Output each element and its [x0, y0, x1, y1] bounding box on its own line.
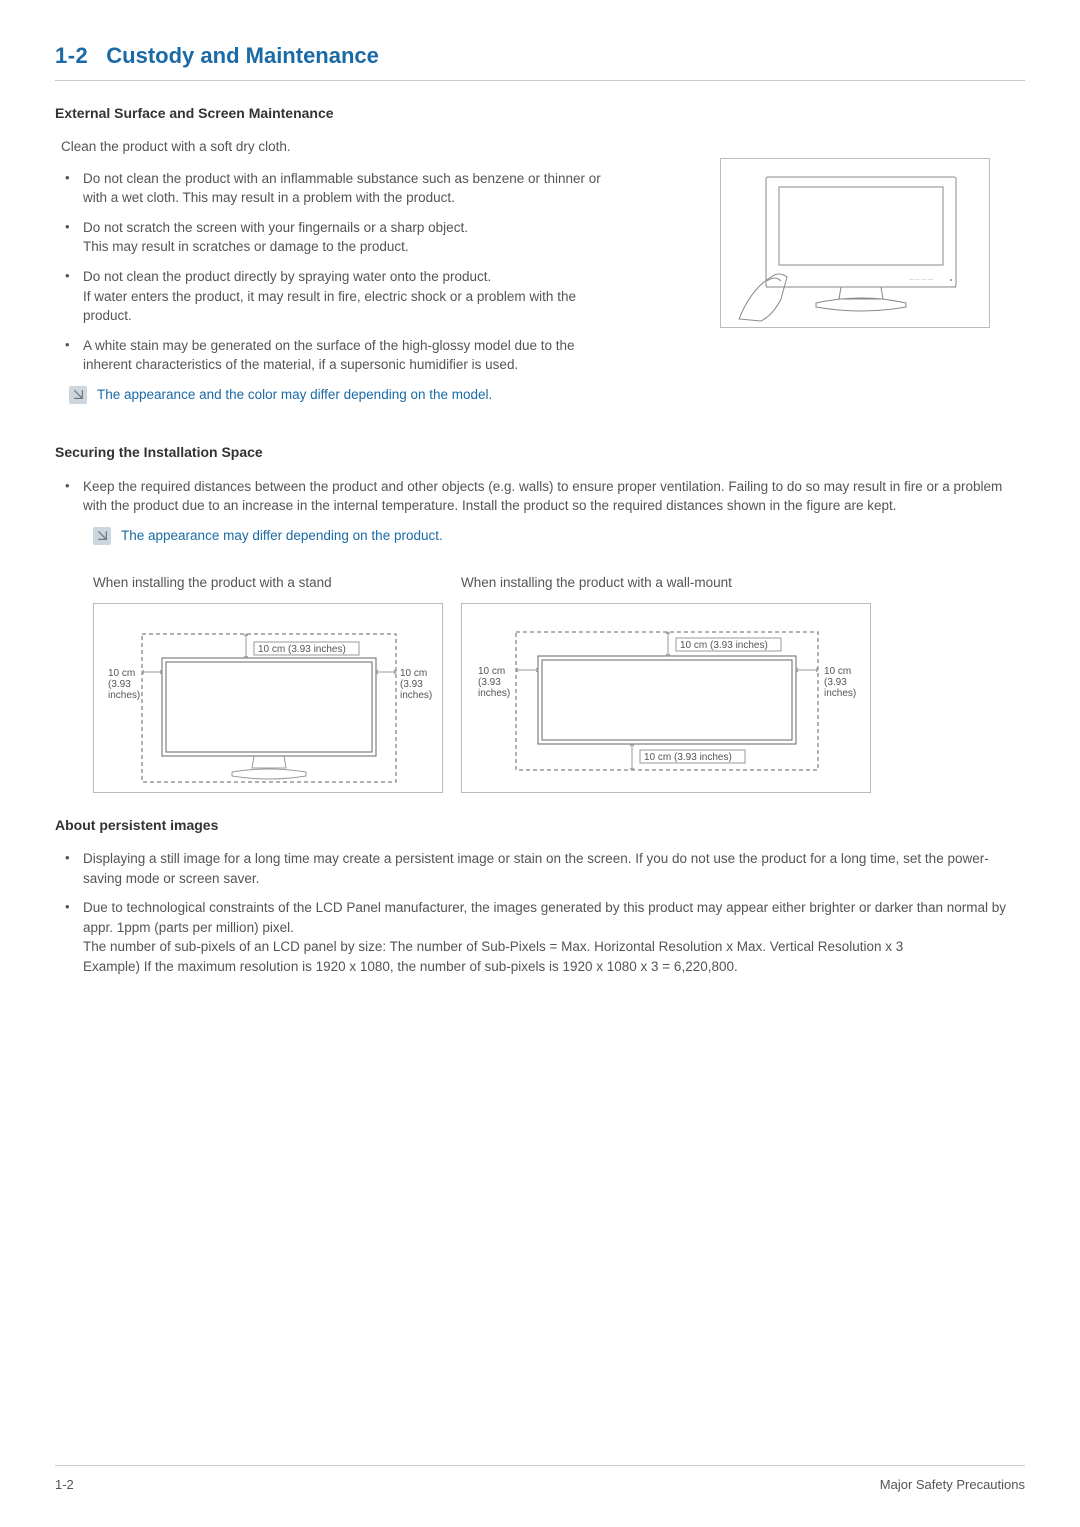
note-text: The appearance and the color may differ …	[97, 387, 492, 402]
svg-text:(3.93: (3.93	[400, 679, 423, 690]
monitor-cleaning-illustration: — — — —	[720, 158, 990, 328]
dim-label-right: 10 cm	[400, 668, 427, 679]
dim-label-left: 10 cm	[108, 668, 135, 679]
ext-bullet-list: Do not clean the product with an inflamm…	[55, 169, 625, 375]
svg-text:(3.93: (3.93	[108, 679, 131, 690]
persist-heading: About persistent images	[55, 815, 1025, 835]
bullet-text: Do not clean the product with an inflamm…	[83, 171, 601, 206]
svg-text:inches): inches)	[824, 688, 856, 699]
list-item: Do not clean the product directly by spr…	[61, 267, 625, 326]
bullet-text: Do not clean the product directly by spr…	[83, 269, 491, 284]
space-note: The appearance may differ depending on t…	[93, 526, 1025, 546]
dim-label-top: 10 cm (3.93 inches)	[258, 644, 346, 655]
list-item: Keep the required distances between the …	[61, 477, 1025, 516]
figure-b-caption: When installing the product with a wall-…	[461, 573, 871, 593]
dim-label-bottom: 10 cm (3.93 inches)	[644, 752, 732, 763]
page-section-header: 1-2 Custody and Maintenance	[55, 40, 1025, 81]
bullet-text: Displaying a still image for a long time…	[83, 851, 989, 886]
dim-label-left: 10 cm	[478, 666, 505, 677]
section-title: Custody and Maintenance	[106, 43, 379, 68]
figure-a-stand: 10 cm (3.93 inches) 10 cm (3.93 inches) …	[93, 603, 443, 793]
list-item: Displaying a still image for a long time…	[61, 849, 1025, 888]
bullet-subtext: This may result in scratches or damage t…	[83, 237, 625, 257]
bullet-text: Do not scratch the screen with your fing…	[83, 220, 468, 235]
svg-text:inches): inches)	[108, 690, 140, 701]
info-icon	[93, 527, 111, 545]
space-bullet-list: Keep the required distances between the …	[55, 477, 1025, 516]
space-heading: Securing the Installation Space	[55, 442, 1025, 462]
note-text: The appearance may differ depending on t…	[121, 528, 443, 543]
info-icon	[69, 386, 87, 404]
bullet-text: A white stain may be generated on the su…	[83, 338, 575, 373]
svg-text:inches): inches)	[478, 688, 510, 699]
dim-label-right: 10 cm	[824, 666, 851, 677]
persist-bullet-list: Displaying a still image for a long time…	[55, 849, 1025, 976]
svg-text:(3.93: (3.93	[824, 677, 847, 688]
bullet-text: Keep the required distances between the …	[83, 479, 1002, 514]
list-item: Do not clean the product with an inflamm…	[61, 169, 625, 208]
figure-b-wallmount: 10 cm (3.93 inches) 10 cm (3.93 inches) …	[461, 603, 871, 793]
page-footer: 1-2 Major Safety Precautions	[55, 1465, 1025, 1495]
footer-left: 1-2	[55, 1476, 74, 1495]
svg-text:inches): inches)	[400, 690, 432, 701]
ext-heading: External Surface and Screen Maintenance	[55, 103, 1025, 123]
list-item: Do not scratch the screen with your fing…	[61, 218, 625, 257]
bullet-subtext: If water enters the product, it may resu…	[83, 287, 625, 326]
list-item: A white stain may be generated on the su…	[61, 336, 625, 375]
list-item: Due to technological constraints of the …	[61, 898, 1025, 976]
bullet-text: Due to technological constraints of the …	[83, 900, 1006, 974]
ext-intro: Clean the product with a soft dry cloth.	[61, 137, 625, 157]
svg-text:— — — —: — — — —	[909, 277, 933, 283]
svg-text:(3.93: (3.93	[478, 677, 501, 688]
ext-note: The appearance and the color may differ …	[69, 385, 625, 405]
footer-right: Major Safety Precautions	[880, 1476, 1025, 1495]
section-number: 1-2	[55, 43, 88, 68]
dim-label-top: 10 cm (3.93 inches)	[680, 640, 768, 651]
figure-a-caption: When installing the product with a stand	[93, 573, 443, 593]
